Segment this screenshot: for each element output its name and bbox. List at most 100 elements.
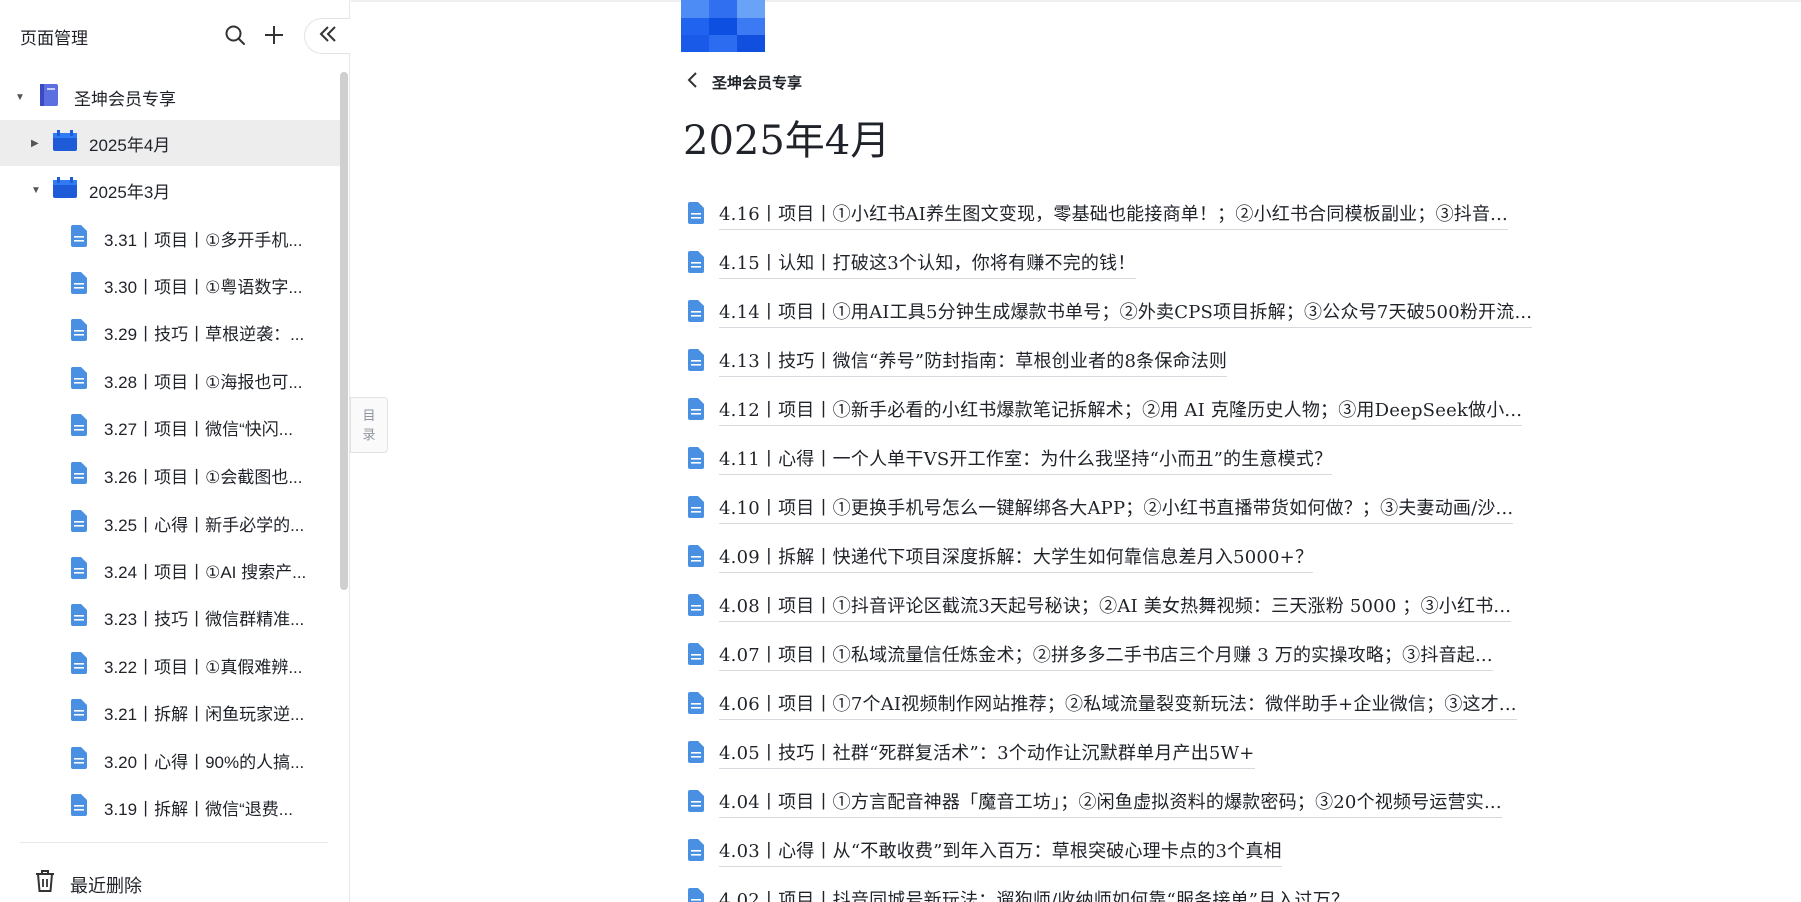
document-icon	[687, 593, 705, 621]
tree-doc-item[interactable]: 3.29丨技巧丨草根逆袭：...	[0, 309, 340, 355]
tree-doc-label: 3.30丨项目丨①粤语数字...	[104, 277, 303, 297]
document-icon	[687, 348, 705, 376]
child-page-title: 4.06丨项目丨①7个AI视频制作网站推荐；②私域流量裂变新玩法：微伴助手+企业…	[719, 690, 1517, 720]
sidebar-scrollbar[interactable]	[340, 72, 348, 590]
document-icon	[687, 740, 705, 768]
document-icon	[687, 544, 705, 572]
plus-icon[interactable]	[259, 20, 289, 50]
tree-doc-label: 3.19丨拆解丨微信“退费...	[104, 799, 293, 819]
document-icon	[687, 299, 705, 327]
tree-doc-label: 3.27丨项目丨微信“快闪...	[104, 419, 293, 439]
sidebar-divider	[20, 842, 328, 843]
document-icon	[687, 397, 705, 425]
tree-doc-item[interactable]: 3.28丨项目丨①海报也可...	[0, 357, 340, 403]
document-icon	[70, 271, 88, 299]
sidebar-title: 页面管理	[20, 29, 88, 48]
document-icon	[70, 603, 88, 631]
tree-doc-item[interactable]: 3.19丨拆解丨微信“退费...	[0, 784, 340, 830]
tree-doc-item[interactable]: 3.31丨项目丨①多开手机...	[0, 215, 340, 261]
chevron-left-icon	[686, 71, 698, 94]
child-page-link[interactable]: 4.16丨项目丨①小红书AI养生图文变现，零基础也能接商单！；②小红书合同模板副…	[687, 195, 1508, 235]
tree-doc-item[interactable]: 3.30丨项目丨①粤语数字...	[0, 262, 340, 308]
child-page-title: 4.02丨项目丨抖音同城号新玩法：遛狗师/收纳师如何靠“服务接单”月入过万？	[719, 886, 1349, 902]
caret-down-icon[interactable]: ▼	[15, 92, 25, 103]
child-page-link[interactable]: 4.02丨项目丨抖音同城号新玩法：遛狗师/收纳师如何靠“服务接单”月入过万？	[687, 881, 1349, 902]
top-border	[351, 0, 1801, 2]
book-icon	[38, 83, 60, 112]
tree-doc-item[interactable]: 3.21丨拆解丨闲鱼玩家逆...	[0, 689, 340, 735]
child-page-link[interactable]: 4.11丨心得丨一个人单干VS开工作室：为什么我坚持“小而丑”的生意模式？	[687, 440, 1333, 480]
document-icon	[687, 250, 705, 278]
tree-doc-label: 3.31丨项目丨①多开手机...	[104, 230, 303, 250]
document-icon	[70, 318, 88, 346]
document-icon	[687, 495, 705, 523]
document-icon	[70, 366, 88, 394]
page-title: 2025年4月	[683, 118, 891, 164]
document-icon	[687, 789, 705, 817]
document-icon	[70, 224, 88, 252]
document-icon	[70, 651, 88, 679]
sidebar: 页面管理 ▼ 圣坤会员专享 ▶ 2025年4月 ▼ 2025年3月 3.31丨项…	[0, 0, 350, 902]
collapse-sidebar-button[interactable]	[304, 18, 350, 54]
document-icon	[70, 698, 88, 726]
calendar-folder-icon	[52, 176, 78, 204]
child-page-title: 4.14丨项目丨①用AI工具5分钟生成爆款书单号；②外卖CPS项目拆解；③公众号…	[719, 298, 1533, 328]
caret-down-icon[interactable]: ▼	[31, 185, 41, 196]
sidebar-header: 页面管理	[0, 0, 350, 72]
child-page-link[interactable]: 4.07丨项目丨①私域流量信任炼金术；②拼多多二手书店三个月赚 3 万的实操攻略…	[687, 636, 1493, 676]
double-chevron-left-icon	[318, 24, 338, 49]
main-content: 圣坤会员专享 2025年4月 4.16丨项目丨①小红书AI养生图文变现，零基础也…	[351, 0, 1801, 902]
child-page-title: 4.10丨项目丨①更换手机号怎么一键解绑各大APP；②小红书直播带货如何做？；③…	[719, 494, 1514, 524]
child-page-link[interactable]: 4.08丨项目丨①抖音评论区截流3天起号秘诀；②AI 美女热舞视频：三天涨粉 5…	[687, 587, 1512, 627]
child-page-link[interactable]: 4.12丨项目丨①新手必看的小红书爆款笔记拆解术；②用 AI 克隆历史人物；③用…	[687, 391, 1523, 431]
back-to-parent-link[interactable]: 圣坤会员专享	[686, 70, 802, 94]
tree-doc-label: 3.22丨项目丨①真假难辨...	[104, 657, 303, 677]
child-page-link[interactable]: 4.09丨拆解丨快递代下项目深度拆解：大学生如何靠信息差月入5000+？	[687, 538, 1314, 578]
tree-doc-item[interactable]: 3.23丨技巧丨微信群精准...	[0, 594, 340, 640]
document-icon	[687, 642, 705, 670]
recent-delete-button[interactable]: 最近删除	[0, 862, 340, 900]
tree-folder-2025-03[interactable]: ▼ 2025年3月	[0, 167, 340, 213]
back-label: 圣坤会员专享	[712, 74, 803, 92]
tree-doc-label: 3.20丨心得丨90%的人搞...	[104, 752, 305, 772]
child-page-link[interactable]: 4.06丨项目丨①7个AI视频制作网站推荐；②私域流量裂变新玩法：微伴助手+企业…	[687, 685, 1517, 725]
tree-doc-item[interactable]: 3.20丨心得丨90%的人搞...	[0, 737, 340, 783]
child-page-link[interactable]: 4.14丨项目丨①用AI工具5分钟生成爆款书单号；②外卖CPS项目拆解；③公众号…	[687, 293, 1533, 333]
child-page-title: 4.16丨项目丨①小红书AI养生图文变现，零基础也能接商单！；②小红书合同模板副…	[719, 200, 1508, 230]
child-page-title: 4.12丨项目丨①新手必看的小红书爆款笔记拆解术；②用 AI 克隆历史人物；③用…	[719, 396, 1523, 426]
child-page-title: 4.05丨技巧丨社群“死群复活术”：3个动作让沉默群单月产出5W+	[719, 739, 1255, 769]
child-page-link[interactable]: 4.15丨认知丨打破这3个认知，你将有赚不完的钱！	[687, 244, 1136, 284]
document-icon	[70, 413, 88, 441]
tree-doc-label: 3.25丨心得丨新手必学的...	[104, 515, 305, 535]
tree-folder-label: 2025年3月	[89, 182, 171, 202]
tree-doc-label: 3.23丨技巧丨微信群精准...	[104, 609, 305, 629]
tree-doc-item[interactable]: 3.24丨项目丨①AI 搜索产...	[0, 547, 340, 593]
page-tree: ▼ 圣坤会员专享 ▶ 2025年4月 ▼ 2025年3月 3.31丨项目丨①多开…	[0, 72, 340, 832]
tree-doc-item[interactable]: 3.26丨项目丨①会截图也...	[0, 452, 340, 498]
child-page-link[interactable]: 4.03丨心得丨从“不敢收费”到年入百万：草根突破心理卡点的3个真相	[687, 832, 1282, 872]
child-page-link[interactable]: 4.13丨技巧丨微信“养号”防封指南：草根创业者的8条保命法则	[687, 342, 1228, 382]
document-icon	[70, 509, 88, 537]
child-page-title: 4.11丨心得丨一个人单干VS开工作室：为什么我坚持“小而丑”的生意模式？	[719, 445, 1333, 475]
document-icon	[70, 793, 88, 821]
tree-doc-label: 3.24丨项目丨①AI 搜索产...	[104, 562, 307, 582]
search-icon[interactable]	[220, 20, 250, 50]
tree-doc-item[interactable]: 3.25丨心得丨新手必学的...	[0, 500, 340, 546]
child-page-title: 4.13丨技巧丨微信“养号”防封指南：草根创业者的8条保命法则	[719, 347, 1228, 377]
child-page-link[interactable]: 4.05丨技巧丨社群“死群复活术”：3个动作让沉默群单月产出5W+	[687, 734, 1255, 774]
recent-delete-label: 最近删除	[70, 876, 142, 896]
tree-doc-label: 3.28丨项目丨①海报也可...	[104, 372, 303, 392]
child-page-link[interactable]: 4.04丨项目丨①方言配音神器「魔音工坊」；②闲鱼虚拟资料的爆款密码；③20个视…	[687, 783, 1502, 823]
caret-right-icon[interactable]: ▶	[31, 138, 39, 149]
child-page-title: 4.09丨拆解丨快递代下项目深度拆解：大学生如何靠信息差月入5000+？	[719, 543, 1314, 573]
trash-icon	[34, 869, 56, 898]
tree-folder-2025-04[interactable]: ▶ 2025年4月	[0, 120, 340, 166]
calendar-folder-icon	[52, 129, 78, 157]
child-page-title: 4.07丨项目丨①私域流量信任炼金术；②拼多多二手书店三个月赚 3 万的实操攻略…	[719, 641, 1493, 671]
tree-doc-item[interactable]: 3.22丨项目丨①真假难辨...	[0, 642, 340, 688]
child-page-link[interactable]: 4.10丨项目丨①更换手机号怎么一键解绑各大APP；②小红书直播带货如何做？；③…	[687, 489, 1514, 529]
child-page-title: 4.04丨项目丨①方言配音神器「魔音工坊」；②闲鱼虚拟资料的爆款密码；③20个视…	[719, 788, 1502, 818]
tree-root-item[interactable]: ▼ 圣坤会员专享	[0, 74, 340, 120]
tree-doc-item[interactable]: 3.27丨项目丨微信“快闪...	[0, 404, 340, 450]
tree-doc-label: 3.26丨项目丨①会截图也...	[104, 467, 303, 487]
